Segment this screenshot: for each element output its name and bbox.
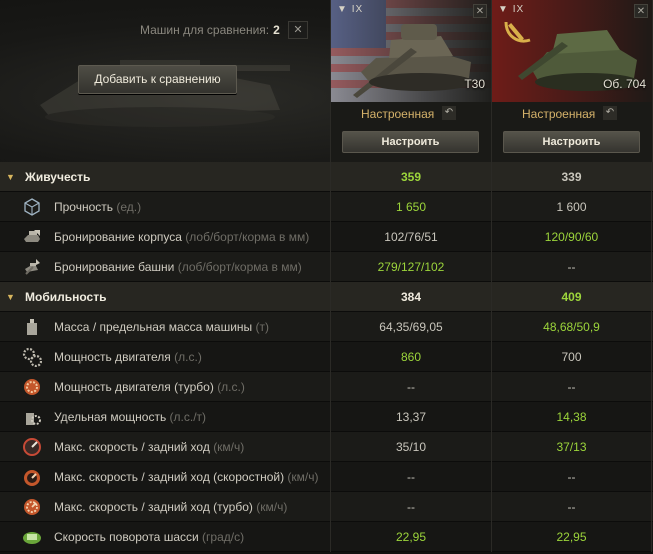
stat-label: Макс. скорость / задний ход (скоростной)… [54,470,319,484]
stat-label: Удельная мощность (л.с./т) [54,410,207,424]
stats-table: ▼ Живучесть 359 339 Прочность (ед.) 1 65… [0,162,653,552]
stat-row-turret-armor: Бронирование башни (лоб/борт/корма в мм)… [0,252,653,282]
stat-value-tank1: 279/127/102 [330,252,491,282]
remove-tank-button[interactable]: ✕ [473,4,487,18]
stat-value-tank2: 1 600 [491,192,652,222]
configure-button[interactable]: Настроить [342,131,479,153]
clear-all-button[interactable]: ✕ [288,21,308,39]
stat-label: Бронирование башни (лоб/борт/корма в мм) [54,260,302,274]
speed-fast-icon [24,470,40,486]
stat-label: Скорость поворота шасси (град/с) [54,530,245,544]
stat-value-tank2: -- [491,492,652,522]
section-value-tank1: 359 [330,162,491,192]
stat-row-hull-armor: Бронирование корпуса (лоб/борт/корма в м… [0,222,653,252]
tank-name: Об. 704 [603,77,646,91]
stat-value-tank1: -- [330,492,491,522]
tank-name: T30 [464,77,485,91]
stat-row-engine-turbo: Мощность двигателя (турбо) (л.с.) -- -- [0,372,653,402]
engine-gears-icon [22,347,42,367]
chevron-down-icon: ▼ [6,172,15,182]
stat-row-specific-power: Удельная мощность (л.с./т) 13,37 14,38 [0,402,653,432]
speed-gauge-icon [23,438,41,456]
compare-count-label: Машин для сравнения: [140,23,270,37]
stat-value-tank1: 1 650 [330,192,491,222]
speed-turbo-icon [24,499,40,515]
stat-label: Мощность двигателя (турбо) (л.с.) [54,380,245,394]
section-title: Мобильность [25,290,107,304]
stat-value-tank2: 22,95 [491,522,652,552]
stat-value-tank2: -- [491,252,652,282]
stat-value-tank2: 48,68/50,9 [491,312,652,342]
configure-button[interactable]: Настроить [503,131,640,153]
hull-armor-icon [24,230,40,242]
stat-row-weight: Масса / предельная масса машины (т) 64,3… [0,312,653,342]
section-value-tank2: 409 [491,282,652,312]
stat-row-speed-turbo: Макс. скорость / задний ход (турбо) (км/… [0,492,653,522]
stat-row-traverse: Скорость поворота шасси (град/с) 22,95 2… [0,522,653,552]
compare-count: Машин для сравнения: 2 [140,23,280,37]
stat-value-tank1: -- [330,462,491,492]
engine-turbo-icon [24,379,40,395]
stat-label: Бронирование корпуса (лоб/борт/корма в м… [54,230,310,244]
config-status: Настроенная [522,107,596,121]
close-icon: ✕ [475,6,485,17]
close-icon: ✕ [293,24,303,36]
stat-value-tank2: -- [491,462,652,492]
stat-value-tank2: 14,38 [491,402,652,432]
stat-row-speed-fast: Макс. скорость / задний ход (скоростной)… [0,462,653,492]
undo-icon[interactable]: ↶ [442,106,456,120]
stat-row-engine: Мощность двигателя (л.с.) 860 700 [0,342,653,372]
remove-tank-button[interactable]: ✕ [634,4,648,18]
stat-value-tank2: 700 [491,342,652,372]
stat-label: Макс. скорость / задний ход (турбо) (км/… [54,500,288,514]
section-value-tank1: 384 [330,282,491,312]
stat-value-tank2: -- [491,372,652,402]
section-survivability[interactable]: ▼ Живучесть 359 339 [0,162,653,192]
hp-cube-icon [24,198,40,216]
weight-icon [27,319,37,335]
stat-label: Масса / предельная масса машины (т) [54,320,270,334]
stat-label: Макс. скорость / задний ход (км/ч) [54,440,245,454]
tank-card-t30: ▼ IX ✕ T30 Настроенная ↶ Настроить [330,0,492,162]
turret-armor-icon [25,259,40,275]
section-mobility[interactable]: ▼ Мобильность 384 409 [0,282,653,312]
stat-value-tank1: 860 [330,342,491,372]
stat-value-tank1: 102/76/51 [330,222,491,252]
chevron-down-icon: ▼ [6,292,15,302]
stat-row-hp: Прочность (ед.) 1 650 1 600 [0,192,653,222]
specific-power-icon [26,413,41,425]
config-status: Настроенная [361,107,435,121]
stat-value-tank1: 22,95 [330,522,491,552]
stat-row-speed: Макс. скорость / задний ход (км/ч) 35/10… [0,432,653,462]
stat-value-tank1: 35/10 [330,432,491,462]
section-title: Живучесть [25,170,91,184]
tank-card-obj704: ▼ IX ✕ Об. 704 Настроенная ↶ Настроить [491,0,653,162]
stat-label: Мощность двигателя (л.с.) [54,350,202,364]
traverse-icon [23,532,41,544]
stat-value-tank1: -- [330,372,491,402]
compare-count-value: 2 [273,23,280,37]
close-icon: ✕ [636,6,646,17]
stat-value-tank2: 37/13 [491,432,652,462]
stat-value-tank1: 64,35/69,05 [330,312,491,342]
section-value-tank2: 339 [491,162,652,192]
stat-value-tank1: 13,37 [330,402,491,432]
stat-value-tank2: 120/90/60 [491,222,652,252]
tank-tier: ▼ IX [498,4,525,15]
stat-label: Прочность (ед.) [54,200,142,214]
add-to-compare-button[interactable]: Добавить к сравнению [78,65,237,94]
tank-tier: ▼ IX [337,4,364,15]
undo-icon[interactable]: ↶ [603,106,617,120]
